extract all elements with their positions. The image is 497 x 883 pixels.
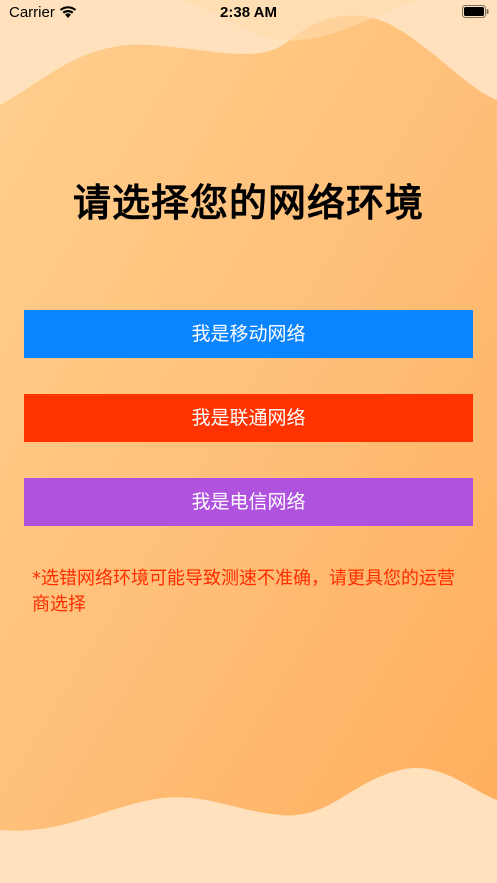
status-time: 2:38 AM <box>220 4 277 21</box>
telecom-network-button[interactable]: 我是电信网络 <box>24 478 473 526</box>
status-bar: Carrier 2:38 AM <box>0 0 497 26</box>
unicom-network-button[interactable]: 我是联通网络 <box>24 394 473 442</box>
page-title: 请选择您的网络环境 <box>72 181 424 225</box>
mobile-network-button[interactable]: 我是移动网络 <box>24 310 473 358</box>
warning-tip: *选错网络环境可能导致测速不准确，请更具您的运营商选择 <box>32 568 455 615</box>
battery-icon <box>462 5 489 18</box>
